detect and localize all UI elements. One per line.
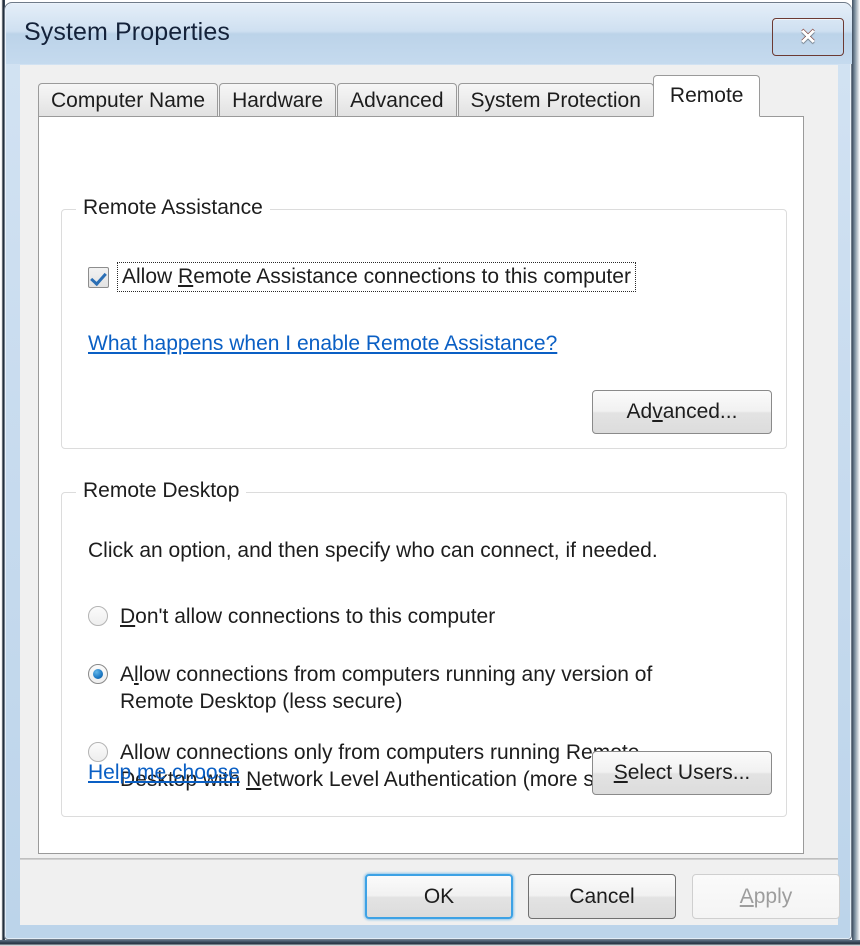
allow-remote-assistance-label: Allow Remote Assistance connections to t… xyxy=(117,262,636,292)
select-users-button[interactable]: Select Users... xyxy=(592,751,772,795)
cancel-button[interactable]: Cancel xyxy=(528,874,676,919)
radio-row-dont-allow[interactable]: Don't allow connections to this computer xyxy=(88,603,495,630)
help-me-choose-link[interactable]: Help me choose xyxy=(88,761,240,785)
window-right-edge xyxy=(852,0,860,946)
group-remote-assistance-label: Remote Assistance xyxy=(76,196,270,220)
group-remote-desktop-label: Remote Desktop xyxy=(76,479,247,503)
ok-button[interactable]: OK xyxy=(365,874,513,919)
dialog-body: Computer Name Hardware Advanced System P… xyxy=(20,65,840,925)
advanced-button-label-after: anced... xyxy=(662,400,738,423)
advanced-button-accel: v xyxy=(652,400,663,423)
tab-advanced[interactable]: Advanced xyxy=(337,83,457,117)
system-properties-window: System Properties ✕ Computer Name Hardwa… xyxy=(4,2,852,940)
window-bottom-edge xyxy=(0,940,860,946)
radio-dont-allow[interactable] xyxy=(88,606,108,626)
label-part-after: low connections from computers running a… xyxy=(120,663,653,713)
label-part-after: on't allow connections to this computer xyxy=(135,605,496,628)
tab-system-protection[interactable]: System Protection xyxy=(457,83,654,117)
radio-allow-nla-only[interactable] xyxy=(88,742,108,762)
radio-dont-allow-label: Don't allow connections to this computer xyxy=(120,603,495,630)
tab-computer-name[interactable]: Computer Name xyxy=(38,83,219,117)
label-accel: R xyxy=(178,265,194,288)
apply-accel: A xyxy=(739,884,754,908)
button-bar: OK Cancel Apply xyxy=(20,860,840,925)
advanced-button[interactable]: Ad v anced... xyxy=(592,390,772,434)
label-part-before: A xyxy=(120,663,135,686)
radio-allow-any-version-label: Allow connections from computers running… xyxy=(120,661,705,715)
tab-remote[interactable]: Remote xyxy=(652,75,761,117)
radio-row-allow-any-version[interactable]: Allow connections from computers running… xyxy=(88,661,705,715)
group-remote-assistance: Remote Assistance Allow Remote Assistanc… xyxy=(61,196,787,449)
advanced-button-label-before: Ad xyxy=(626,400,653,423)
apply-label-after: pply xyxy=(753,884,793,908)
apply-button: Apply xyxy=(692,874,840,919)
label-accel: N xyxy=(246,768,262,791)
group-remote-desktop: Remote Desktop Click an option, and then… xyxy=(61,479,787,817)
close-icon-glyph: ✕ xyxy=(799,25,817,49)
tab-hardware[interactable]: Hardware xyxy=(219,83,337,117)
close-icon[interactable]: ✕ xyxy=(772,18,844,56)
label-part-after: emote Assistance connections to this com… xyxy=(193,265,631,288)
label-accel: D xyxy=(120,605,136,628)
tab-page-remote: Remote Assistance Allow Remote Assistanc… xyxy=(38,116,804,854)
select-users-label-after: elect Users... xyxy=(627,761,751,784)
titlebar[interactable]: System Properties ✕ xyxy=(6,4,852,64)
radio-allow-any-version[interactable] xyxy=(88,664,108,684)
label-part-before: Allow xyxy=(122,265,179,288)
allow-remote-assistance-checkbox[interactable] xyxy=(88,266,109,288)
allow-remote-assistance-checkbox-row[interactable]: Allow Remote Assistance connections to t… xyxy=(88,262,636,292)
remote-assistance-help-link[interactable]: What happens when I enable Remote Assist… xyxy=(88,332,557,356)
tabstrip: Computer Name Hardware Advanced System P… xyxy=(38,75,761,117)
select-users-accel: S xyxy=(613,761,628,784)
remote-desktop-description: Click an option, and then specify who ca… xyxy=(88,539,658,562)
window-title: System Properties xyxy=(24,18,230,46)
